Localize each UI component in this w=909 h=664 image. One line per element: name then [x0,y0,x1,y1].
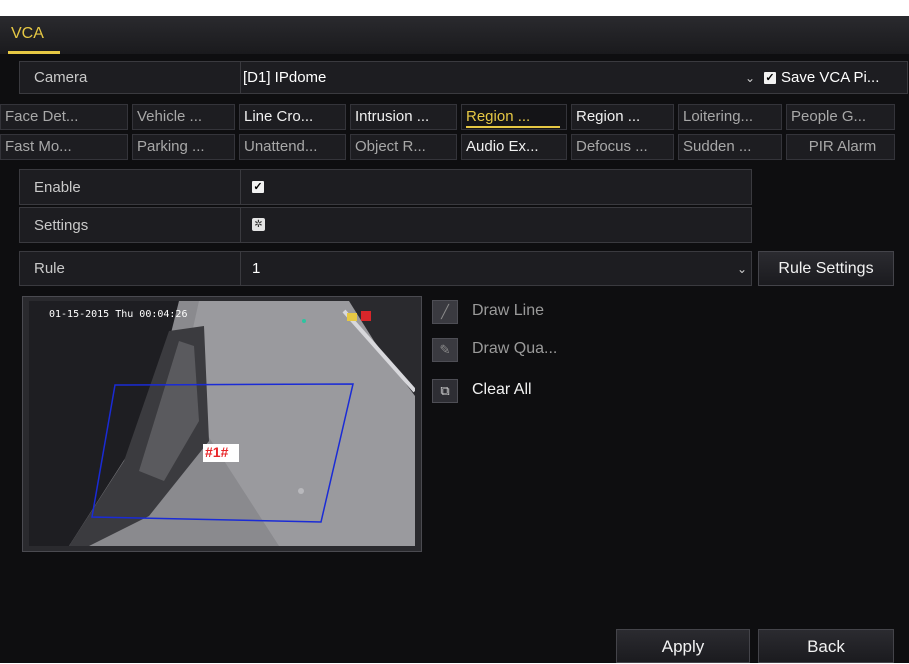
tab-label: Defocus ... [576,138,648,155]
title-bar: VCA [0,16,909,54]
vca-panel: VCA Camera [D1] IPdome ⌄ ✓ Save VCA Pi..… [0,16,909,663]
tab-label: Region ... [466,108,531,125]
tab-audio-exception[interactable]: Audio Ex... [461,134,567,160]
tab-label: Fast Mo... [5,138,72,155]
chevron-down-icon[interactable]: ⌄ [745,71,755,85]
tab-label: Region ... [576,108,641,125]
save-vca-checkbox[interactable]: ✓ [764,72,776,84]
tab-vehicle[interactable]: Vehicle ... [132,104,235,130]
camera-select[interactable]: [D1] IPdome [243,69,326,86]
apply-button[interactable]: Apply [616,629,750,663]
tab-label: Unattend... [244,138,318,155]
tab-unattended-baggage[interactable]: Unattend... [239,134,346,160]
settings-label: Settings [34,217,89,234]
divider [240,170,241,204]
pencil-icon: ╱ [432,300,458,324]
tab-label: Intrusion ... [355,108,430,125]
region-label: #1# [205,444,229,460]
tab-label: Loitering... [683,108,754,125]
clear-all-label: Clear All [472,381,532,398]
draw-quadrilateral-label: Draw Qua... [472,340,558,357]
tab-label: Object R... [355,138,426,155]
clear-icon: ⧉ [432,379,458,403]
rule-settings-button[interactable]: Rule Settings [758,251,894,286]
enable-row: Enable ✓ [19,169,752,205]
tab-sudden-scene-change[interactable]: Sudden ... [678,134,782,160]
tab-intrusion[interactable]: Intrusion ... [350,104,457,130]
video-timestamp: 01-15-2015 Thu 00:04:26 [49,309,188,320]
divider [240,252,241,285]
camera-video[interactable]: 01-15-2015 Thu 00:04:26 #1# [29,301,415,546]
tab-label: Line Cro... [244,108,314,125]
enable-label: Enable [34,179,81,196]
tab-pir-alarm[interactable]: PIR Alarm [786,134,895,160]
rule-row: Rule 1 ⌄ [19,251,752,286]
tab-label: Vehicle ... [137,108,203,125]
rule-label: Rule [34,260,65,277]
tab-fast-moving[interactable]: Fast Mo... [0,134,128,160]
rule-select[interactable]: 1 [252,260,260,277]
divider [240,62,241,93]
camera-row: Camera [D1] IPdome ⌄ ✓ Save VCA Pi... [19,61,908,94]
settings-row: Settings ✲ [19,207,752,243]
back-button[interactable]: Back [758,629,894,663]
save-vca-label: Save VCA Pi... [781,69,880,86]
live-preview: 01-15-2015 Thu 00:04:26 #1# [22,296,422,552]
tab-label: Sudden ... [683,138,752,155]
tab-label: PIR Alarm [808,138,877,155]
tab-region-entrance[interactable]: Region ... [461,104,567,130]
tab-label: Face Det... [5,108,79,125]
chevron-down-icon[interactable]: ⌄ [737,262,747,276]
draw-line-label: Draw Line [472,302,545,319]
tab-defocus[interactable]: Defocus ... [571,134,674,160]
tab-loitering[interactable]: Loitering... [678,104,782,130]
tab-label: People G... [791,108,867,125]
tab-line-crossing[interactable]: Line Cro... [239,104,346,130]
active-tab-underline [466,126,560,128]
gear-icon[interactable]: ✲ [252,218,265,231]
window-title[interactable]: VCA [11,25,44,43]
tab-people-gathering[interactable]: People G... [786,104,895,130]
tab-region-exiting[interactable]: Region ... [571,104,674,130]
tab-label: Parking ... [137,138,205,155]
tab-parking[interactable]: Parking ... [132,134,235,160]
camera-scene [29,301,415,546]
tab-face-detection[interactable]: Face Det... [0,104,128,130]
divider [240,208,241,242]
tab-label: Audio Ex... [466,138,539,155]
enable-checkbox[interactable]: ✓ [252,181,264,193]
edit-icon: ✎ [432,338,458,362]
tab-object-removal[interactable]: Object R... [350,134,457,160]
camera-label: Camera [34,69,88,86]
title-underline [8,51,60,54]
